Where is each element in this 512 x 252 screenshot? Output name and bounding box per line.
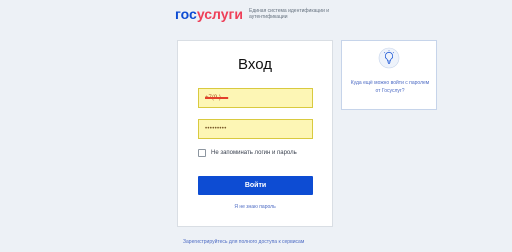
remember-label[interactable]: Не запоминать логин и пароль	[211, 150, 297, 156]
gosuslugi-logo[interactable]: госуслуги	[175, 6, 243, 22]
forgot-password-link[interactable]: Я не знаю пароль	[178, 204, 332, 210]
lightbulb-icon	[378, 47, 400, 69]
where-else-card[interactable]: Куда ещё можно войти с паролем от Госусл…	[341, 40, 437, 110]
register-link[interactable]: Зарегистрируйтесь для полного доступа к …	[183, 239, 304, 245]
password-input[interactable]	[198, 119, 313, 139]
remember-option[interactable]: Не запоминать логин и пароль	[198, 149, 297, 157]
login-title: Вход	[238, 56, 272, 73]
login-input[interactable]	[198, 88, 313, 108]
login-button[interactable]: Войти	[198, 176, 313, 195]
logo-part-uslugi: услуги	[196, 6, 243, 22]
header-tagline: Единая система идентификации и аутентифи…	[249, 8, 330, 20]
login-card: Вход +7(9 ) - - ••••••••• Не запоминать …	[177, 40, 333, 227]
where-else-link[interactable]: Куда ещё можно войти с паролем от Госусл…	[348, 79, 432, 95]
remember-checkbox[interactable]	[198, 149, 206, 157]
logo-part-gos: гос	[175, 6, 197, 22]
header: госуслуги Единая система идентификации и…	[0, 0, 512, 38]
